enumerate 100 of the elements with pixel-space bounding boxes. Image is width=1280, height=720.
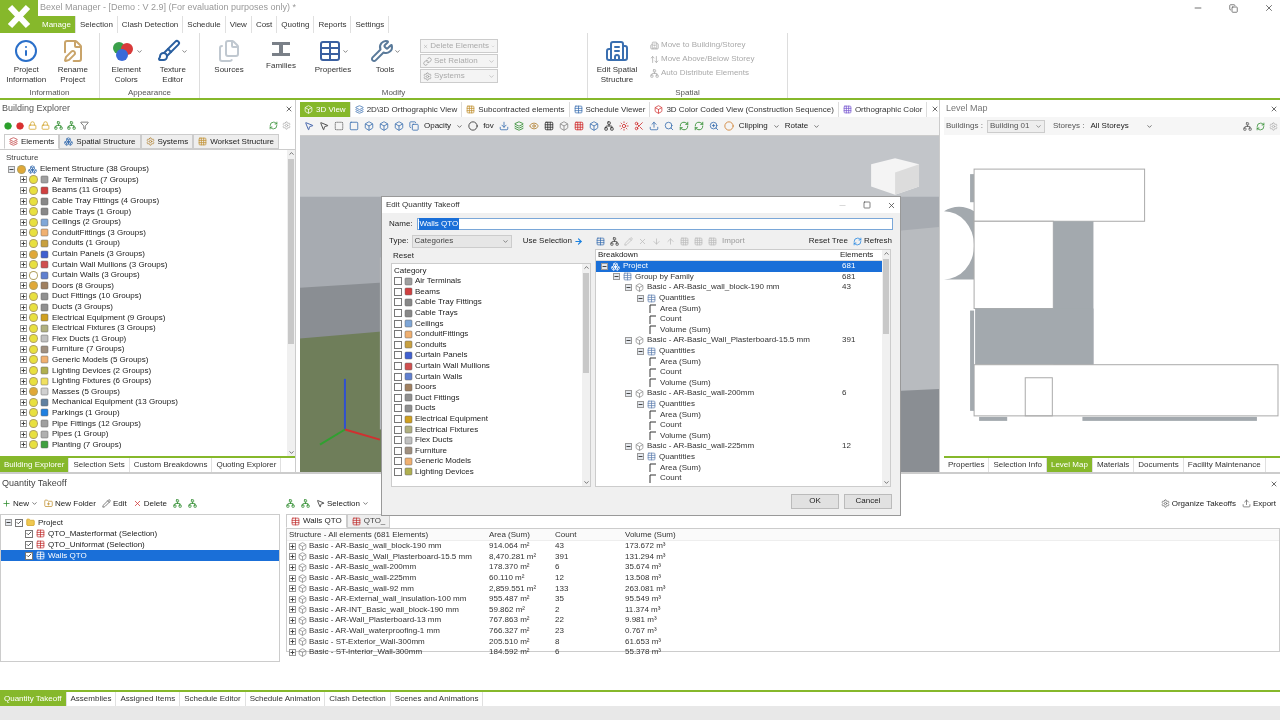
reset-tree-button[interactable]: Reset Tree	[808, 235, 848, 247]
tree-item[interactable]: Cable Tray Fittings (4 Groups)	[52, 195, 160, 208]
list-item[interactable]: Curtain Wall Mullions	[415, 360, 490, 373]
tree-item[interactable]: Furniture (7 Groups)	[52, 343, 125, 356]
tree-item[interactable]: Air Terminals (7 Groups)	[52, 173, 139, 186]
tree-item[interactable]: Electrical Equipment (9 Groups)	[52, 311, 166, 324]
tree-row[interactable]: Count	[596, 366, 882, 378]
list-item[interactable]: Conduits	[415, 338, 447, 351]
list-item[interactable]: Ceilings	[415, 317, 444, 330]
tree-item[interactable]: Curtain Panels (3 Groups)	[52, 248, 145, 261]
tree-item[interactable]: Generic Models (5 Groups)	[52, 354, 149, 366]
tree-item[interactable]: Pipe Fittings (12 Groups)	[52, 417, 141, 430]
storey-dropdown[interactable]: All Storeys	[1088, 119, 1155, 133]
list-item[interactable]: Ducts	[415, 402, 436, 415]
list-item[interactable]: Electrical Equipment	[415, 413, 488, 425]
list-item[interactable]: Generic Models	[415, 455, 472, 468]
tree-row[interactable]: Area (Sum)	[596, 303, 882, 314]
tree-row[interactable]: Basic - AR-Basic_Wall_Plasterboard-15.5 mm 391	[596, 335, 882, 346]
tab[interactable]: Workset Structure	[193, 134, 280, 149]
tree-item[interactable]: Doors (8 Groups)	[52, 279, 114, 292]
tree-row[interactable]: Volume (Sum)	[596, 377, 882, 389]
list-item[interactable]: Flex Ducts	[415, 434, 453, 447]
tab[interactable]: Elements	[4, 134, 60, 149]
dialog-button[interactable]: OK	[791, 493, 839, 509]
tree-row[interactable]: Count	[596, 472, 882, 484]
list-item[interactable]: Air Terminals	[415, 275, 462, 288]
tree-item[interactable]: Pipes (1 Group)	[52, 428, 109, 441]
ribbon-button[interactable]: Families	[256, 39, 306, 71]
tree-item[interactable]: Masses (5 Groups)	[52, 385, 121, 398]
tree-row[interactable]: Count	[596, 313, 882, 325]
tree-item[interactable]: Lighting Fixtures (6 Groups)	[52, 375, 152, 388]
list-item[interactable]: Electrical Fixtures	[415, 423, 479, 436]
tree-row[interactable]: Walls QTO	[1, 550, 279, 561]
name-field[interactable]: Walls QTO	[416, 218, 893, 230]
use-selection-button[interactable]: Use Selection	[522, 235, 583, 247]
tree-row[interactable]: Count	[596, 419, 882, 431]
tree-row[interactable]: Quantities	[596, 292, 882, 304]
list-item[interactable]: Furniture	[415, 444, 447, 457]
list-item[interactable]: Lighting Devices	[415, 466, 474, 478]
toolbar-button[interactable]: Delete	[132, 497, 167, 510]
ribbon-button[interactable]: Element Colors	[104, 39, 149, 85]
tree-item[interactable]: Electrical Fixtures (3 Groups)	[52, 322, 156, 335]
tree-item[interactable]: Duct Fittings (10 Groups)	[52, 290, 142, 303]
list-item[interactable]: Beams	[415, 285, 440, 298]
tree-item[interactable]: ConduitFittings (3 Groups)	[52, 226, 146, 239]
tree-row[interactable]: Area (Sum)	[596, 356, 882, 367]
tree-row[interactable]: Basic - AR-Basic_wall-200mm 6	[596, 388, 882, 399]
tree-item[interactable]: Beams (11 Groups)	[52, 184, 122, 197]
tree-item[interactable]: Conduits (1 Group)	[52, 237, 121, 250]
tree-row[interactable]: Quantities	[596, 398, 882, 410]
tree-item[interactable]: Curtain Wall Mullions (3 Groups)	[52, 258, 168, 271]
toolbar-button[interactable]: Rotate	[784, 120, 809, 132]
toolbar-button[interactable]: New Folder	[44, 497, 96, 510]
tab[interactable]: Walls QTO	[286, 514, 347, 528]
ribbon-button[interactable]: Project Information	[4, 39, 49, 85]
tree-item[interactable]: Mechanical Equipment (13 Groups)	[52, 396, 178, 409]
tree-item[interactable]: Element Structure (38 Groups)	[40, 163, 149, 176]
tree-row[interactable]: Volume (Sum)	[596, 324, 882, 336]
ribbon-button[interactable]: Edit Spatial Structure	[592, 39, 642, 85]
toolbar-button[interactable]: fov	[483, 120, 494, 132]
tree-row[interactable]: Basic - AR-Basic_wall_block-190 mm 43	[596, 282, 882, 293]
tree-item[interactable]: Ducts (3 Groups)	[52, 301, 113, 313]
tree-row[interactable]: Quantities	[596, 451, 882, 463]
tree-item[interactable]: Project	[38, 516, 63, 529]
tree-row[interactable]: Area (Sum)	[596, 462, 882, 473]
ribbon-button[interactable]: Sources	[204, 39, 254, 75]
tree-item[interactable]: Curtain Walls (3 Groups)	[52, 269, 140, 282]
ribbon-button[interactable]: Tools	[360, 39, 410, 75]
tree-row[interactable]: Quantities	[596, 345, 882, 357]
ribbon-button[interactable]: Properties	[308, 39, 358, 75]
tree-item[interactable]: Planting (7 Groups)	[52, 438, 122, 451]
toolbar-button[interactable]: Clipping	[738, 120, 768, 132]
tree-row[interactable]: Project 681	[596, 261, 882, 272]
list-item[interactable]: Doors	[415, 381, 437, 394]
tree-row[interactable]: Basic - AR-Basic_wall-225mm 12	[596, 441, 882, 452]
tree-item[interactable]: Lighting Devices (2 Groups)	[52, 364, 152, 377]
tree-row[interactable]: QTO_Masterformat (Selection)	[1, 528, 279, 539]
tab[interactable]: QTO_	[346, 514, 391, 528]
reset-button[interactable]: Reset	[391, 249, 591, 263]
list-item[interactable]: Curtain Panels	[415, 349, 468, 362]
tab[interactable]: Spatial Structure	[59, 134, 141, 149]
tree-row[interactable]: QTO_Uniformat (Selection)	[1, 539, 279, 550]
list-item[interactable]: Curtain Walls	[415, 370, 463, 383]
toolbar-button[interactable]: Opacity	[424, 120, 452, 132]
ribbon-button[interactable]: Rename Project	[50, 39, 95, 85]
tab[interactable]: Systems	[140, 134, 194, 149]
refresh-button[interactable]: Refresh	[853, 235, 892, 247]
list-item[interactable]: Cable Tray Fittings	[415, 296, 482, 309]
tree-row[interactable]: Area (Sum)	[596, 409, 882, 420]
tree-row[interactable]: Volume (Sum)	[596, 430, 882, 442]
tree-item[interactable]: Ceilings (2 Groups)	[52, 216, 121, 229]
type-dropdown[interactable]: Categories	[411, 234, 512, 248]
list-item[interactable]: ConduitFittings	[415, 328, 469, 341]
ribbon-button[interactable]: Texture Editor	[150, 39, 195, 85]
list-item[interactable]: Cable Trays	[415, 307, 458, 320]
toolbar-button[interactable]: Organize Takeoffs	[1160, 497, 1236, 510]
tree-item[interactable]: Flex Ducts (1 Group)	[52, 332, 127, 345]
dialog-button[interactable]: Cancel	[844, 493, 892, 509]
tree-row[interactable]: Group by Family 681	[596, 271, 882, 283]
toolbar-button[interactable]: Edit	[101, 497, 127, 510]
